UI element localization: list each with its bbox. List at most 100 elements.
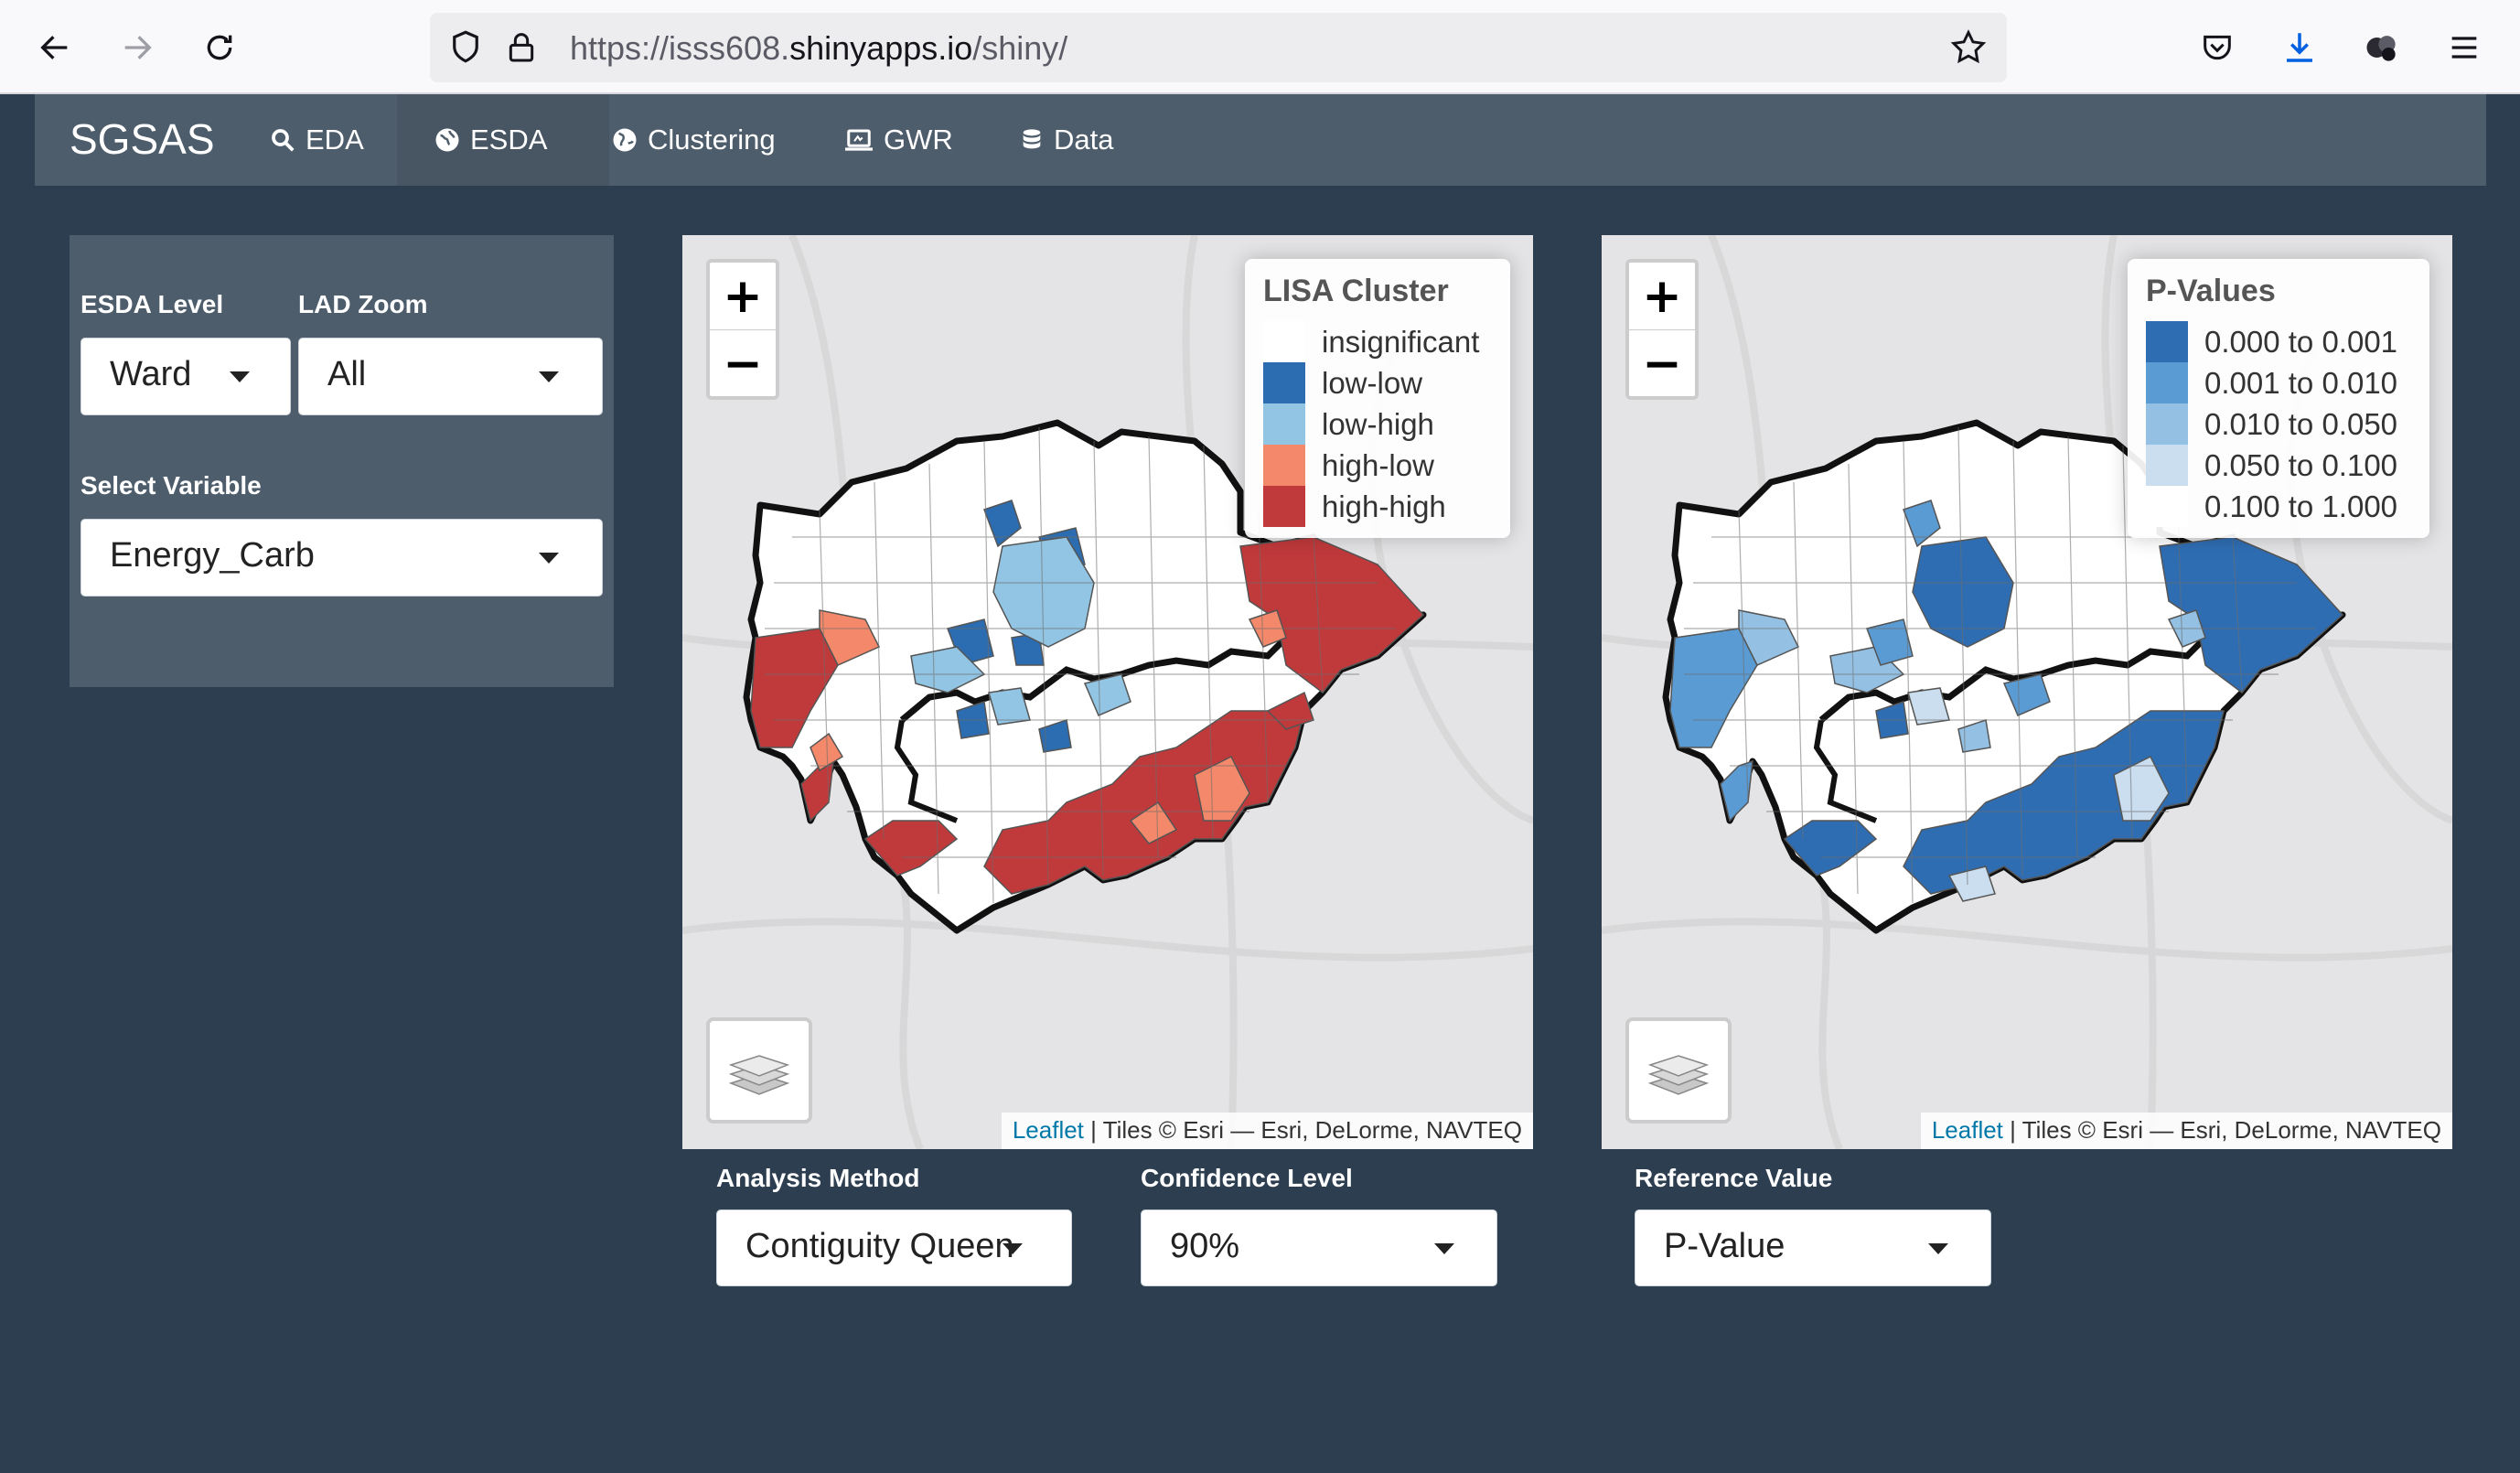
zoom-out-button[interactable]: − — [1629, 330, 1695, 397]
legend-swatch-insignificant — [1263, 321, 1305, 362]
app-navbar: SGSAS EDA ESDA Clustering GWR Data — [35, 94, 2486, 186]
tab-label: Data — [1054, 124, 1114, 156]
layers-icon — [1647, 1055, 1710, 1095]
zoom-control: + − — [1625, 259, 1699, 400]
confidence-level-select[interactable]: 90% — [1141, 1210, 1497, 1286]
tab-esda[interactable]: ESDA — [434, 94, 547, 186]
reload-icon — [207, 35, 232, 60]
legend-swatch-p-0-050 — [2146, 403, 2188, 445]
legend-label: 0.050 to 0.100 — [2204, 448, 2398, 482]
lad-zoom-select[interactable]: All — [298, 338, 603, 415]
chevron-down-icon — [1928, 1243, 1948, 1254]
arrow-left-icon — [40, 36, 68, 59]
layers-button[interactable] — [706, 1017, 812, 1124]
legend-swatch-low-low — [1263, 362, 1305, 403]
variable-value: Energy_Carb — [110, 536, 315, 575]
legend-title: P-Values — [2146, 274, 2276, 308]
legend-label: insignificant — [1322, 325, 1480, 359]
reference-value-label: Reference Value — [1635, 1164, 1833, 1192]
reference-value-select[interactable]: P-Value — [1635, 1210, 1991, 1286]
legend-row: insignificant — [1263, 321, 1528, 362]
sidebar-panel: ESDA Level Ward LAD Zoom All Select Vari… — [70, 235, 614, 687]
p-value-map[interactable]: + − P-Values 0.000 to 0.001 0.001 to 0.0… — [1602, 235, 2452, 1149]
database-icon — [1023, 129, 1041, 149]
legend-row: 0.000 to 0.001 — [2146, 321, 2448, 362]
map-attribution: Leaflet | Tiles © Esri — Esri, DeLorme, … — [1920, 1113, 2452, 1149]
bookmark-star-icon[interactable] — [1948, 27, 1989, 68]
tab-label: Clustering — [648, 124, 776, 156]
tab-eda[interactable]: EDA — [269, 94, 364, 186]
legend-swatch-high-low — [1263, 445, 1305, 486]
esda-level-select[interactable]: Ward — [80, 338, 291, 415]
layers-button[interactable] — [1625, 1017, 1732, 1124]
map-attribution: Leaflet | Tiles © Esri — Esri, DeLorme, … — [1001, 1113, 1533, 1149]
globe-americas-icon — [613, 128, 637, 152]
app-brand[interactable]: SGSAS — [70, 114, 215, 164]
globe-icon — [435, 128, 459, 152]
zoom-out-button[interactable]: − — [710, 330, 776, 397]
legend-title: LISA Cluster — [1263, 274, 1449, 308]
legend-label: high-high — [1322, 489, 1446, 523]
back-button[interactable] — [26, 18, 84, 77]
laptop-icon — [845, 129, 873, 151]
lisa-cluster-map[interactable]: + − LISA Cluster insignificant low-low l… — [682, 235, 1533, 1149]
tab-label: ESDA — [470, 124, 548, 156]
legend-label: 0.001 to 0.010 — [2204, 366, 2398, 400]
reload-button[interactable] — [190, 18, 249, 77]
legend-row: 0.100 to 1.000 — [2146, 486, 2448, 527]
download-icon — [2287, 33, 2312, 62]
legend-row: 0.010 to 0.050 — [2146, 403, 2448, 445]
account-button[interactable] — [2354, 20, 2409, 75]
chevron-down-icon — [1003, 1243, 1023, 1254]
browser-toolbar: https://isss608.shinyapps.io/shiny/ — [0, 0, 2520, 94]
analysis-method-label: Analysis Method — [716, 1164, 920, 1192]
zoom-in-button[interactable]: + — [1629, 263, 1695, 329]
legend-swatch-p-0-010 — [2146, 362, 2188, 403]
reference-value-value: P-Value — [1664, 1227, 1785, 1265]
analysis-method-select[interactable]: Contiguity Queen — [716, 1210, 1072, 1286]
legend-label: 0.100 to 1.000 — [2204, 489, 2398, 523]
analysis-method-value: Contiguity Queen — [745, 1227, 1014, 1265]
legend-row: high-low — [1263, 445, 1528, 486]
shield-icon[interactable] — [446, 27, 485, 66]
url-bar[interactable]: https://isss608.shinyapps.io/shiny/ — [430, 13, 2007, 82]
forward-button[interactable] — [108, 18, 166, 77]
arrow-right-icon — [124, 36, 152, 59]
legend-label: 0.010 to 0.050 — [2204, 407, 2398, 441]
legend-label: high-low — [1322, 448, 1434, 482]
pocket-icon — [2204, 35, 2231, 60]
tab-gwr[interactable]: GWR — [843, 94, 953, 186]
tab-label: EDA — [306, 124, 364, 156]
confidence-level-value: 90% — [1170, 1227, 1240, 1265]
p-values-legend: P-Values 0.000 to 0.001 0.001 to 0.010 0… — [2128, 259, 2429, 538]
tab-data[interactable]: Data — [1019, 94, 1113, 186]
layers-icon — [728, 1055, 790, 1095]
confidence-level-label: Confidence Level — [1141, 1164, 1353, 1192]
tab-clustering[interactable]: Clustering — [611, 94, 776, 186]
lisa-legend: LISA Cluster insignificant low-low low-h… — [1245, 259, 1510, 538]
hamburger-menu-icon — [2451, 37, 2477, 59]
zoom-control: + − — [706, 259, 779, 400]
esda-level-label: ESDA Level — [80, 290, 224, 318]
menu-button[interactable] — [2437, 20, 2492, 75]
legend-row: 0.050 to 0.100 — [2146, 445, 2448, 486]
attribution-text: | Tiles © Esri — Esri, DeLorme, NAVTEQ — [2002, 1116, 2441, 1144]
attribution-text: | Tiles © Esri — Esri, DeLorme, NAVTEQ — [1083, 1116, 1522, 1144]
esda-level-value: Ward — [110, 355, 192, 393]
select-variable-label: Select Variable — [80, 471, 262, 500]
legend-row: high-high — [1263, 486, 1528, 527]
legend-swatch-high-high — [1263, 486, 1305, 527]
leaflet-link[interactable]: Leaflet — [1932, 1116, 2003, 1144]
legend-swatch-p-1-000 — [2146, 486, 2188, 527]
pocket-button[interactable] — [2190, 20, 2245, 75]
variable-select[interactable]: Energy_Carb — [80, 519, 603, 597]
leaflet-link[interactable]: Leaflet — [1013, 1116, 1084, 1144]
legend-label: 0.000 to 0.001 — [2204, 325, 2398, 359]
chevron-down-icon — [539, 553, 559, 564]
lock-icon[interactable] — [503, 27, 540, 66]
zoom-in-button[interactable]: + — [710, 263, 776, 329]
downloads-button[interactable] — [2272, 20, 2327, 75]
legend-row: 0.001 to 0.010 — [2146, 362, 2448, 403]
url-text[interactable]: https://isss608.shinyapps.io/shiny/ — [570, 29, 1067, 68]
legend-swatch-p-0-001 — [2146, 321, 2188, 362]
